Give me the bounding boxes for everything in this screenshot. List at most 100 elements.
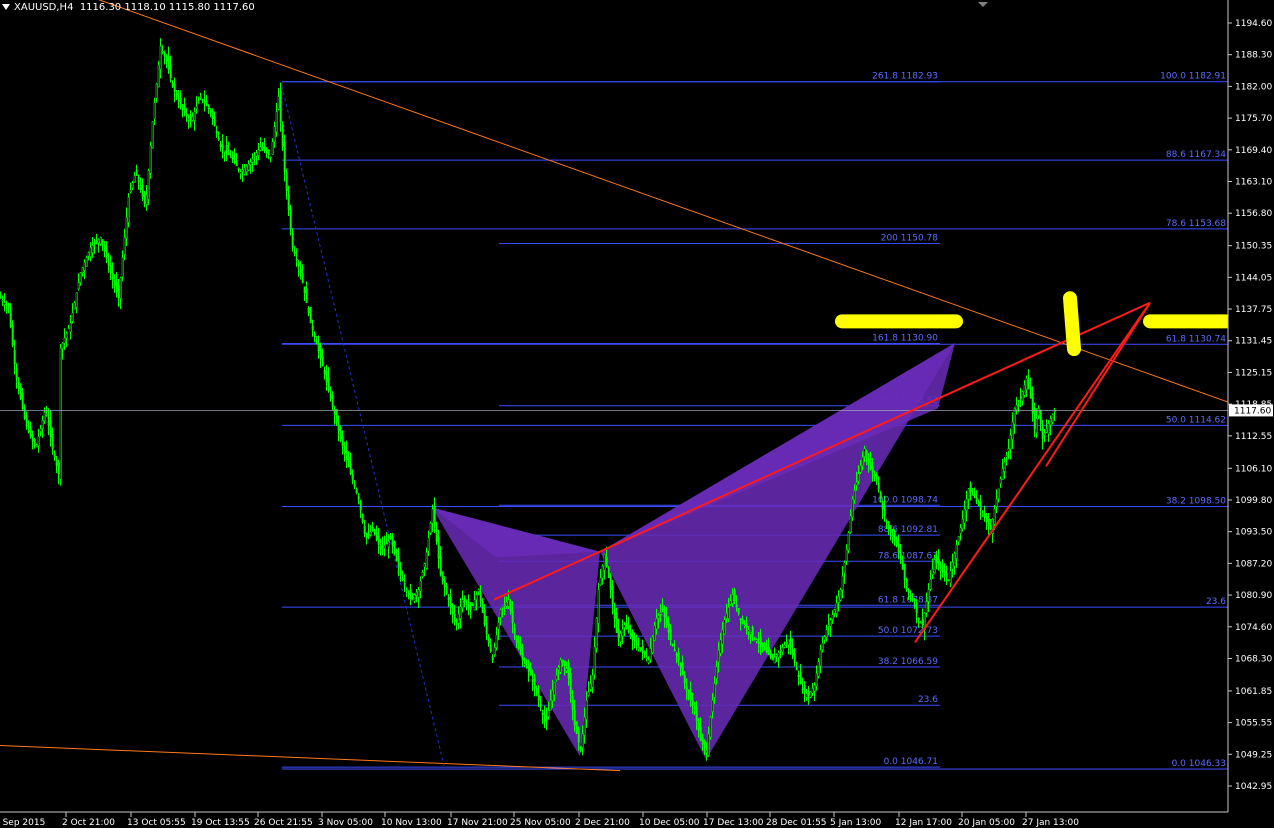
y-tick-label: 1049.25 bbox=[1235, 750, 1272, 760]
candle-body bbox=[723, 619, 726, 635]
y-tick-label: 1175.70 bbox=[1235, 114, 1272, 124]
candle-body bbox=[691, 700, 694, 706]
candle-body bbox=[343, 444, 346, 453]
candle-body bbox=[243, 167, 246, 175]
candle-body bbox=[819, 649, 822, 667]
candle-body bbox=[635, 643, 638, 646]
candle-body bbox=[23, 407, 26, 419]
candle-body bbox=[455, 620, 458, 622]
candle-body bbox=[987, 518, 990, 526]
candle-body bbox=[1019, 396, 1022, 399]
candle-body bbox=[511, 610, 514, 623]
candle-body bbox=[859, 465, 862, 474]
candle-body bbox=[71, 312, 74, 322]
y-tick-label: 1150.35 bbox=[1235, 242, 1272, 252]
candle-body bbox=[75, 292, 78, 308]
candle-body bbox=[453, 613, 456, 622]
candle-body bbox=[65, 332, 68, 339]
candle-body bbox=[909, 595, 912, 597]
candle-body bbox=[661, 608, 664, 611]
candle-body bbox=[381, 546, 384, 548]
candle-body bbox=[649, 648, 652, 661]
y-tick-label: 1080.90 bbox=[1235, 591, 1272, 601]
candle-body bbox=[539, 703, 542, 708]
candle-body bbox=[41, 420, 44, 429]
candle-body bbox=[331, 394, 334, 407]
candle-body bbox=[873, 474, 876, 476]
candle-body bbox=[269, 156, 272, 159]
candle-body bbox=[79, 272, 82, 283]
candle-body bbox=[93, 242, 96, 245]
candle-body bbox=[641, 645, 644, 653]
candle-body bbox=[917, 617, 920, 621]
candle-body bbox=[111, 272, 114, 280]
candle-body bbox=[725, 613, 728, 619]
candle-body bbox=[855, 481, 858, 486]
candle-body bbox=[265, 147, 268, 154]
candle-body bbox=[857, 473, 860, 482]
candle-body bbox=[1049, 418, 1052, 426]
candle-body bbox=[463, 597, 466, 603]
candle-body bbox=[715, 666, 718, 680]
candle-body bbox=[795, 666, 798, 671]
candle-body bbox=[57, 462, 60, 475]
candle-body bbox=[253, 155, 256, 158]
fib-level-label: 78.6 1153.68 bbox=[1166, 219, 1226, 229]
candle-body bbox=[145, 194, 148, 205]
dropdown-triangle-icon[interactable] bbox=[2, 4, 10, 10]
candle-body bbox=[1009, 434, 1012, 450]
fib-level-label: 0.0 1046.71 bbox=[884, 757, 938, 767]
candle-body bbox=[323, 369, 326, 375]
fib-level-label: 88.6 1167.34 bbox=[1166, 150, 1226, 160]
candle-body bbox=[251, 158, 254, 163]
fib-level-label: 261.8 1182.93 bbox=[872, 72, 938, 82]
candle-body bbox=[617, 628, 620, 638]
candle-body bbox=[773, 657, 776, 664]
candle-body bbox=[355, 488, 358, 493]
candle-body bbox=[369, 531, 372, 536]
candle-body bbox=[281, 124, 284, 148]
candle-body bbox=[211, 110, 214, 119]
candle-body bbox=[1047, 423, 1050, 435]
candle-body bbox=[143, 192, 146, 204]
candle-body bbox=[179, 97, 182, 107]
candle-body bbox=[587, 691, 590, 696]
candle-body bbox=[53, 453, 56, 458]
candle-body bbox=[1017, 401, 1020, 403]
x-tick-label: 19 Oct 13:55 bbox=[191, 818, 250, 828]
candle-body bbox=[431, 508, 434, 524]
candle-body bbox=[393, 541, 396, 554]
y-tick-label: 1106.10 bbox=[1235, 464, 1272, 474]
price-chart[interactable]: 100.0 1182.91 88.6 1167.34 78.6 1153.68 61.… bbox=[0, 0, 1274, 828]
candle-body bbox=[39, 428, 42, 432]
candle-body bbox=[77, 282, 80, 290]
candle-body bbox=[491, 656, 494, 661]
candle-body bbox=[969, 483, 972, 493]
candle-body bbox=[521, 652, 524, 661]
candle-body bbox=[151, 121, 154, 149]
candle-body bbox=[1037, 408, 1040, 416]
candle-body bbox=[841, 575, 844, 591]
candle-body bbox=[583, 716, 586, 736]
chart-background bbox=[0, 0, 1274, 828]
candle-body bbox=[553, 682, 556, 696]
y-tick-label: 1061.85 bbox=[1235, 687, 1272, 697]
candle-body bbox=[409, 589, 412, 600]
candle-body bbox=[47, 416, 50, 426]
candle-body bbox=[751, 626, 754, 636]
candle-body bbox=[317, 342, 320, 352]
candle-body bbox=[517, 640, 520, 649]
candle-body bbox=[685, 685, 688, 691]
candle-body bbox=[451, 604, 454, 615]
candle-body bbox=[73, 302, 76, 310]
candle-body bbox=[763, 643, 766, 651]
candle-body bbox=[417, 589, 420, 598]
candle-body bbox=[581, 733, 584, 748]
candle-body bbox=[81, 267, 84, 273]
candle-body bbox=[9, 310, 12, 327]
fib-level-label: 161.8 1130.90 bbox=[872, 333, 938, 343]
candle-body bbox=[543, 714, 546, 723]
candle-body bbox=[477, 589, 480, 593]
candle-body bbox=[765, 646, 768, 653]
candle-body bbox=[519, 646, 522, 655]
